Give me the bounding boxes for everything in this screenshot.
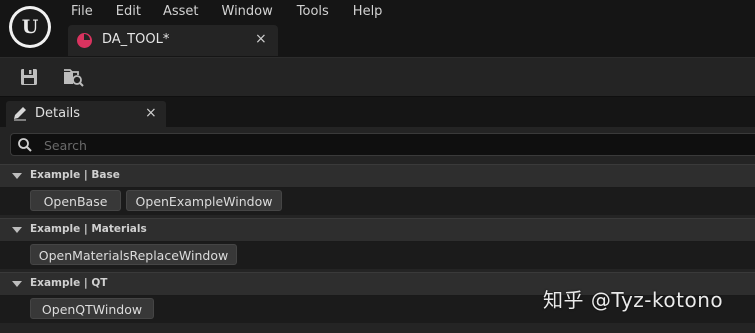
details-tab[interactable]: Details × [6, 101, 166, 128]
category-row-materials: OpenMaterialsReplaceWindow [0, 242, 755, 269]
menu-help[interactable]: Help [353, 3, 383, 21]
category-header-base[interactable]: Example | Base [0, 164, 755, 188]
asset-editor-tab[interactable]: DA_TOOL* × [68, 25, 278, 56]
open-qt-window-button[interactable]: OpenQTWindow [30, 298, 154, 319]
open-example-window-button[interactable]: OpenExampleWindow [126, 190, 282, 211]
logo-mark: U [12, 9, 48, 45]
details-tab-label: Details [35, 106, 81, 121]
category-header-materials[interactable]: Example | Materials [0, 218, 755, 242]
menu-file[interactable]: File [71, 3, 93, 21]
menu-asset[interactable]: Asset [163, 3, 199, 21]
menu-edit[interactable]: Edit [116, 3, 141, 21]
title-bar: U File Edit Asset Window Tools Help DA_T… [0, 0, 755, 57]
menu-window[interactable]: Window [222, 3, 273, 21]
menu-tools[interactable]: Tools [297, 3, 329, 21]
pencil-icon [12, 105, 28, 125]
category-label: Example | QT [30, 277, 108, 289]
close-icon[interactable]: × [145, 105, 157, 121]
unreal-logo-icon[interactable]: U [9, 6, 51, 48]
open-base-button[interactable]: OpenBase [30, 190, 121, 211]
watermark: 知乎 @Tyz-kotono [543, 288, 724, 312]
search-icon [17, 137, 33, 157]
save-icon[interactable] [18, 66, 40, 88]
chevron-down-icon[interactable] [12, 281, 22, 287]
asset-tab-label: DA_TOOL* [102, 32, 170, 47]
data-asset-icon [77, 33, 92, 48]
chevron-down-icon[interactable] [12, 227, 22, 233]
browse-asset-icon[interactable] [62, 66, 84, 88]
chevron-down-icon[interactable] [12, 173, 22, 179]
category-label: Example | Materials [30, 223, 147, 235]
open-materials-replace-window-button[interactable]: OpenMaterialsReplaceWindow [30, 244, 237, 265]
menu-bar: File Edit Asset Window Tools Help [71, 3, 382, 21]
category-label: Example | Base [30, 169, 120, 181]
search-box[interactable] [10, 133, 755, 156]
asset-toolbar [0, 57, 755, 97]
details-panel-header: Details × [0, 96, 755, 128]
search-input[interactable] [42, 135, 736, 155]
close-icon[interactable]: × [255, 31, 267, 47]
category-row-base: OpenBase OpenExampleWindow [0, 188, 755, 215]
